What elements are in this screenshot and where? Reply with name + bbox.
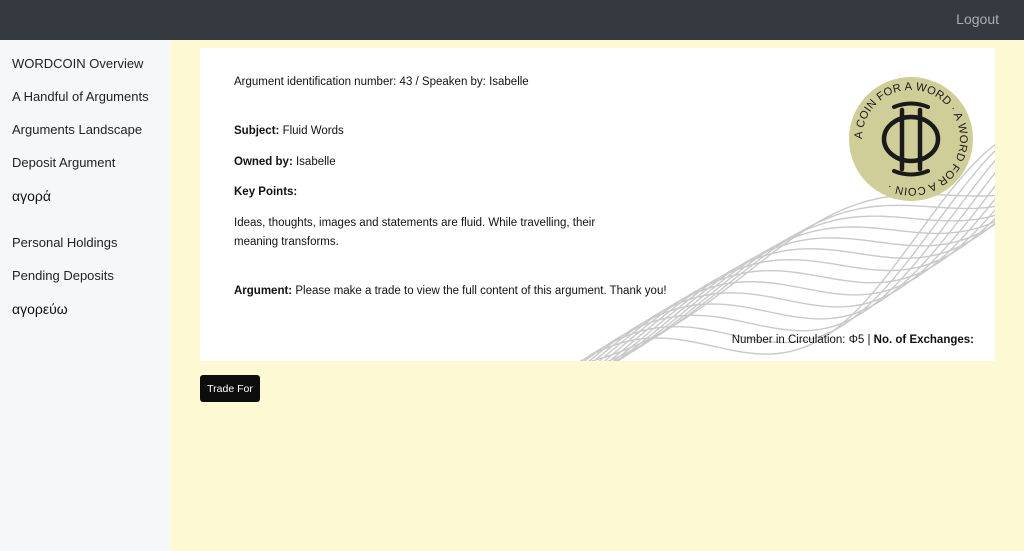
wordcoin-logo: A COIN FOR A WORD · A WORD FOR A COIN · <box>849 77 973 201</box>
argument-text: Please make a trade to view the full con… <box>295 285 667 297</box>
subject-label: Subject: <box>234 125 280 137</box>
sidebar-item-handful-of-arguments[interactable]: A Handful of Arguments <box>12 89 149 104</box>
argument-line: Argument: Please make a trade to view th… <box>234 285 667 297</box>
sidebar-item-deposit-argument[interactable]: Deposit Argument <box>12 155 115 170</box>
logout-link[interactable]: Logout <box>956 11 999 27</box>
circulation-label: Number in Circulation: <box>731 334 846 346</box>
argument-id-line: Argument identification number: 43 / Spe… <box>234 76 529 88</box>
sidebar-item-agoreuo[interactable]: αγορεύω <box>12 301 68 317</box>
subject-line: Subject: Fluid Words <box>234 125 344 137</box>
trade-for-button[interactable]: Trade For <box>200 375 260 402</box>
subject-value: Fluid Words <box>282 125 344 137</box>
sidebar-item-wordcoin-overview[interactable]: WORDCOIN Overview <box>12 56 143 71</box>
circulation-line: Number in Circulation: Φ5 | No. of Excha… <box>732 334 974 346</box>
sidebar-item-personal-holdings[interactable]: Personal Holdings <box>12 235 118 250</box>
sidebar-item-agora[interactable]: αγορά <box>12 188 51 204</box>
keypoints-text: Ideas, thoughts, images and statements a… <box>234 217 596 248</box>
top-navbar: Logout <box>0 0 1024 40</box>
exchanges-label: No. of Exchanges: <box>873 334 974 346</box>
owner-value: Isabelle <box>295 156 336 168</box>
sidebar: WORDCOIN Overview A Handful of Arguments… <box>0 40 171 551</box>
circulation-separator: | <box>867 334 871 346</box>
argument-label: Argument: <box>234 285 293 297</box>
sidebar-item-arguments-landscape[interactable]: Arguments Landscape <box>12 122 142 137</box>
circulation-value: Φ5 <box>848 334 865 346</box>
sidebar-item-pending-deposits[interactable]: Pending Deposits <box>12 268 114 283</box>
keypoints-label: Key Points: <box>234 186 298 198</box>
keypoints-heading: Key Points: <box>234 186 297 198</box>
owner-line: Owned by: Isabelle <box>234 156 336 168</box>
argument-card: Argument identification number: 43 / Spe… <box>200 48 995 361</box>
owner-label: Owned by: <box>234 156 293 168</box>
